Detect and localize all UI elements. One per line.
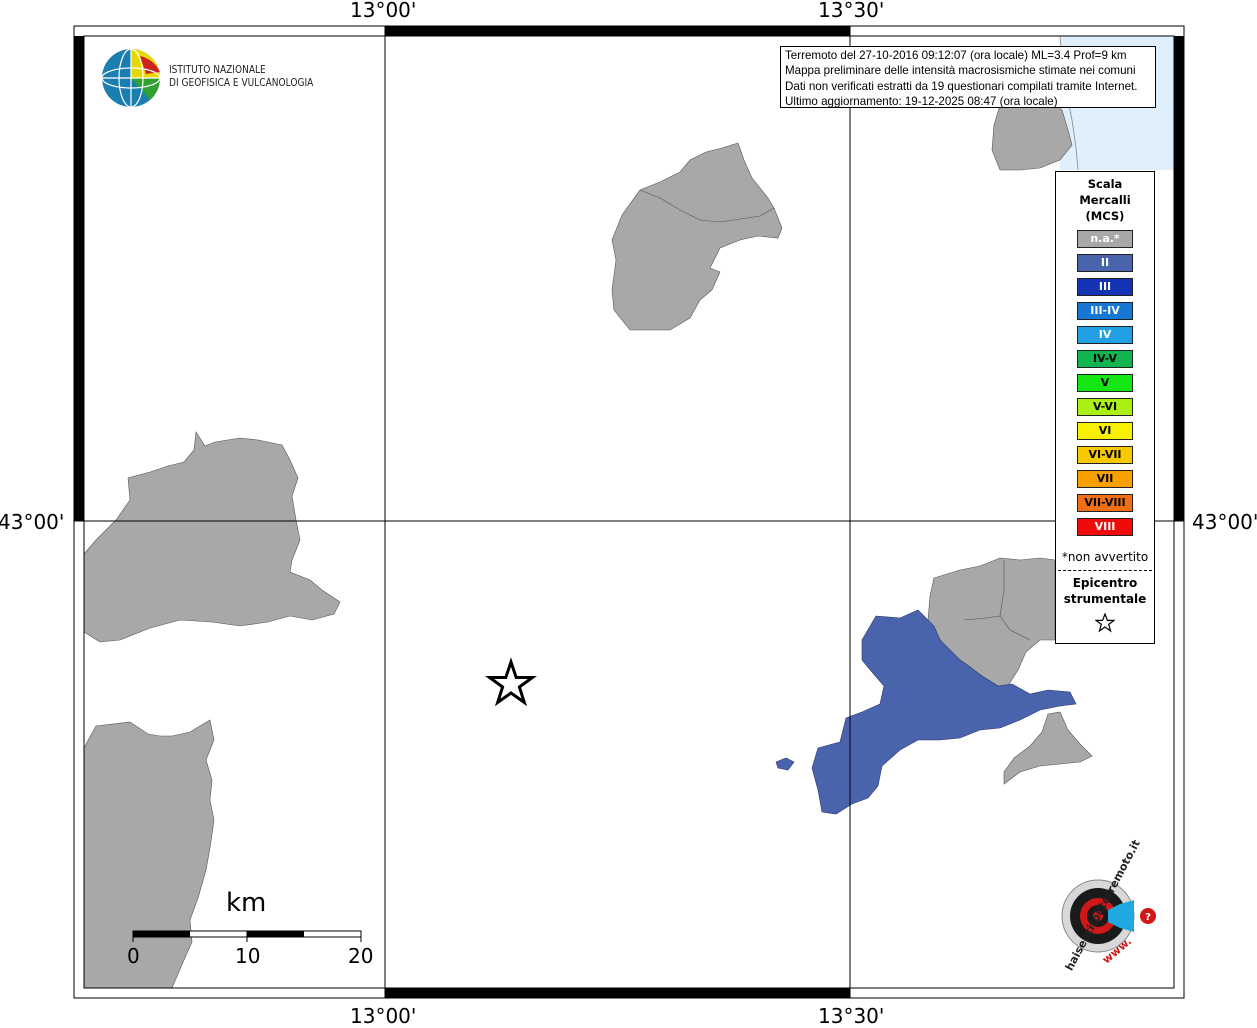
legend-title-line: Mercalli [1079, 193, 1131, 207]
scale-bar-tick: 10 [235, 944, 261, 968]
municipality-intensity-ii-islet [775, 757, 795, 771]
legend-item: VI-VII [1077, 446, 1133, 464]
event-info-box: Terremoto del 27-10-2016 09:12:07 (ora l… [780, 46, 1156, 108]
lat-label-right: 43°00' [1192, 510, 1257, 534]
scale-bar-tick: 20 [348, 944, 374, 968]
info-line-3: Dati non verificati estratti da 19 quest… [785, 79, 1138, 93]
legend-item: II [1077, 254, 1133, 272]
ingv-logo-text: ISTITUTO NAZIONALE DI GEOFISICA E VULCAN… [169, 64, 313, 90]
lat-label-left: 43°00' [0, 510, 65, 534]
svg-text:?: ? [1145, 912, 1151, 923]
ingv-logo-icon [101, 48, 161, 108]
legend-item: V-VI [1077, 398, 1133, 416]
scale-bar-tick: 0 [127, 944, 140, 968]
legend-item: VI [1077, 422, 1133, 440]
legend-item: IV [1077, 326, 1133, 344]
legend-item: VIII [1077, 518, 1133, 536]
legend-item: IV-V [1077, 350, 1133, 368]
lon-label-top-right: 13°30' [818, 0, 885, 22]
legend-item: III [1077, 278, 1133, 296]
legend-item: VII [1077, 470, 1133, 488]
lon-label-top-left: 13°00' [350, 0, 417, 22]
legend-item: n.a.* [1077, 230, 1133, 248]
epicenter-star [485, 657, 537, 707]
mcs-legend: Scala Mercalli (MCS) n.a.* II III III-IV IV I… [1055, 171, 1155, 644]
legend-star-icon [1056, 612, 1154, 637]
legend-title: Scala Mercalli (MCS) [1056, 176, 1154, 224]
ingv-line-1: ISTITUTO NAZIONALE [169, 64, 266, 76]
info-line-2: Mappa preliminare delle intensità macros… [785, 64, 1136, 78]
legend-item: VII-VIII [1077, 494, 1133, 512]
ingv-line-2: DI GEOFISICA E VULCANOLOGIA [169, 77, 314, 89]
legend-separator [1058, 570, 1152, 571]
lon-label-bottom-left: 13°00' [350, 1004, 417, 1028]
legend-epicenter-line: Epicentro [1072, 576, 1138, 590]
legend-note: *non avvertito [1061, 550, 1149, 564]
municipalities-not-felt [83, 91, 1093, 989]
info-line-4: Ultimo aggiornamento: 19-12-2025 08:47 (… [785, 94, 1058, 108]
scale-bar-unit: km [226, 888, 267, 918]
legend-epicenter-line: strumentale [1063, 592, 1147, 606]
info-line-1: Terremoto del 27-10-2016 09:12:07 (ora l… [785, 49, 1127, 62]
legend-title-line: Scala [1087, 177, 1123, 191]
legend-item: V [1077, 374, 1133, 392]
legend-epicenter-label: Epicentro strumentale [1056, 575, 1154, 607]
lon-label-bottom-right: 13°30' [818, 1004, 885, 1028]
legend-title-line: (MCS) [1085, 209, 1125, 223]
legend-item: III-IV [1077, 302, 1133, 320]
legend-items: n.a.* II III III-IV IV IV-V V V-VI VI VI-VII VII VI… [1056, 230, 1154, 536]
